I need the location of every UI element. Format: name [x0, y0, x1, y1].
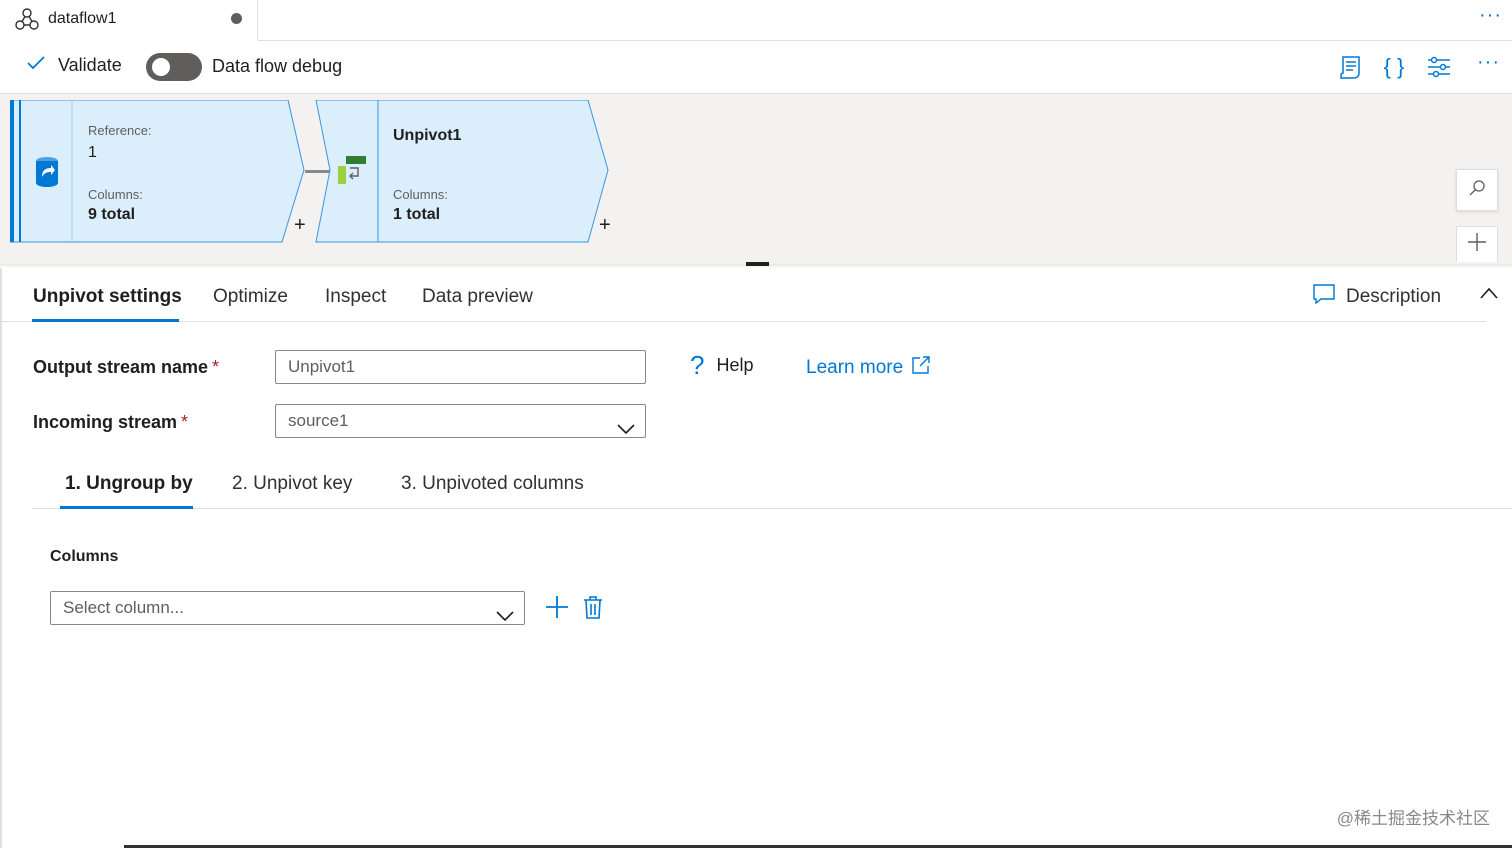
panel-left-edge: [0, 268, 2, 848]
watermark: @稀土掘金技术社区: [1336, 809, 1490, 828]
tab-unpivot-settings[interactable]: Unpivot settings: [33, 286, 182, 308]
learn-more-label: Learn more: [806, 357, 904, 378]
zoom-search-button[interactable]: [1456, 169, 1498, 211]
debug-label: Data flow debug: [212, 56, 343, 76]
question-icon: ?: [690, 350, 705, 380]
add-column-icon[interactable]: [545, 595, 569, 624]
required-mark: *: [181, 412, 189, 432]
select-column-placeholder: Select column...: [63, 598, 184, 617]
database-icon: [34, 155, 60, 192]
settings-tabs-divider: [0, 321, 1486, 322]
unpivot-icon: [336, 154, 368, 191]
code-icon[interactable]: { }: [1380, 53, 1408, 81]
toggle-knob: [152, 58, 170, 76]
reference-value: 1: [88, 144, 97, 161]
active-subtab-indicator: [60, 506, 193, 509]
select-column-dropdown[interactable]: Select column...: [50, 591, 525, 625]
checkmark-icon: [26, 55, 46, 76]
toolbar-more-icon[interactable]: ···: [1477, 51, 1500, 74]
tab-data-preview[interactable]: Data preview: [422, 286, 533, 308]
add-transform-after-unpivot-icon[interactable]: +: [599, 214, 611, 237]
dataflow-tab[interactable]: dataflow1: [0, 0, 258, 41]
description-label: Description: [1346, 286, 1442, 307]
subtab-ungroup-by[interactable]: 1. Ungroup by: [65, 473, 193, 495]
validate-label: Validate: [58, 55, 122, 75]
script-icon[interactable]: [1336, 53, 1364, 81]
chevron-down-icon: [496, 601, 514, 633]
unpivot-node-name: Unpivot1: [393, 127, 462, 144]
dataflow-tab-title: dataflow1: [48, 10, 117, 27]
incoming-stream-value: source1: [288, 411, 349, 430]
settings-tab-bar: Unpivot settings Optimize Inspect Data p…: [0, 268, 1512, 322]
external-link-icon: [911, 355, 931, 381]
dataflow-canvas[interactable]: Reference: 1 Columns: 9 total + Unpivot1…: [0, 94, 1512, 264]
add-transform-after-source-icon[interactable]: +: [294, 214, 306, 237]
delete-icon[interactable]: [583, 596, 603, 625]
reference-label: Reference:: [88, 123, 152, 138]
help-button[interactable]: ? Help: [690, 350, 754, 381]
settings-sliders-icon[interactable]: [1425, 53, 1453, 81]
required-mark: *: [212, 357, 220, 377]
zoom-in-button[interactable]: [1456, 226, 1498, 262]
active-tab-indicator: [32, 319, 179, 322]
chevron-down-icon: [617, 414, 635, 446]
tab-inspect[interactable]: Inspect: [325, 286, 386, 308]
unpivot-columns-value: 1 total: [393, 206, 441, 223]
tab-optimize[interactable]: Optimize: [213, 286, 288, 308]
help-label: Help: [716, 355, 754, 375]
source-columns-value: 9 total: [88, 206, 136, 223]
columns-label: Columns: [50, 548, 119, 565]
incoming-stream-text: Incoming stream: [33, 412, 178, 432]
output-stream-name-text: Output stream name: [33, 357, 209, 377]
debug-toggle[interactable]: [146, 53, 202, 81]
document-tab-bar: dataflow1 ···: [0, 0, 1512, 41]
output-stream-name-label: Output stream name *: [33, 357, 219, 378]
panel-resize-handle[interactable]: [746, 262, 769, 266]
plus-icon: [1467, 232, 1487, 257]
learn-more-link[interactable]: Learn more: [806, 355, 931, 381]
unpivot-columns-label: Columns:: [393, 187, 448, 202]
incoming-stream-dropdown[interactable]: source1: [275, 404, 646, 438]
collapse-panel-icon[interactable]: [1479, 286, 1499, 305]
search-icon: [1468, 179, 1486, 202]
subtabs-divider: [32, 508, 1512, 509]
source-columns-label: Columns:: [88, 187, 143, 202]
output-stream-name-value: Unpivot1: [288, 357, 356, 376]
comment-icon: [1312, 283, 1336, 311]
description-button[interactable]: Description: [1312, 283, 1441, 311]
validate-button[interactable]: Validate: [26, 55, 122, 76]
unpivot-node[interactable]: Unpivot1 Columns: 1 total: [314, 100, 614, 244]
dataflow-icon: [14, 7, 40, 38]
subtab-unpivot-key[interactable]: 2. Unpivot key: [232, 473, 352, 495]
source-node[interactable]: Reference: 1 Columns: 9 total: [10, 100, 310, 244]
unsaved-indicator: [231, 13, 242, 24]
incoming-stream-label: Incoming stream *: [33, 412, 188, 433]
toolbar: Validate Data flow debug { } ···: [0, 41, 1512, 94]
subtab-unpivoted-columns[interactable]: 3. Unpivoted columns: [401, 473, 584, 495]
tab-more-icon[interactable]: ···: [1479, 4, 1502, 27]
output-stream-name-input[interactable]: Unpivot1: [275, 350, 646, 384]
